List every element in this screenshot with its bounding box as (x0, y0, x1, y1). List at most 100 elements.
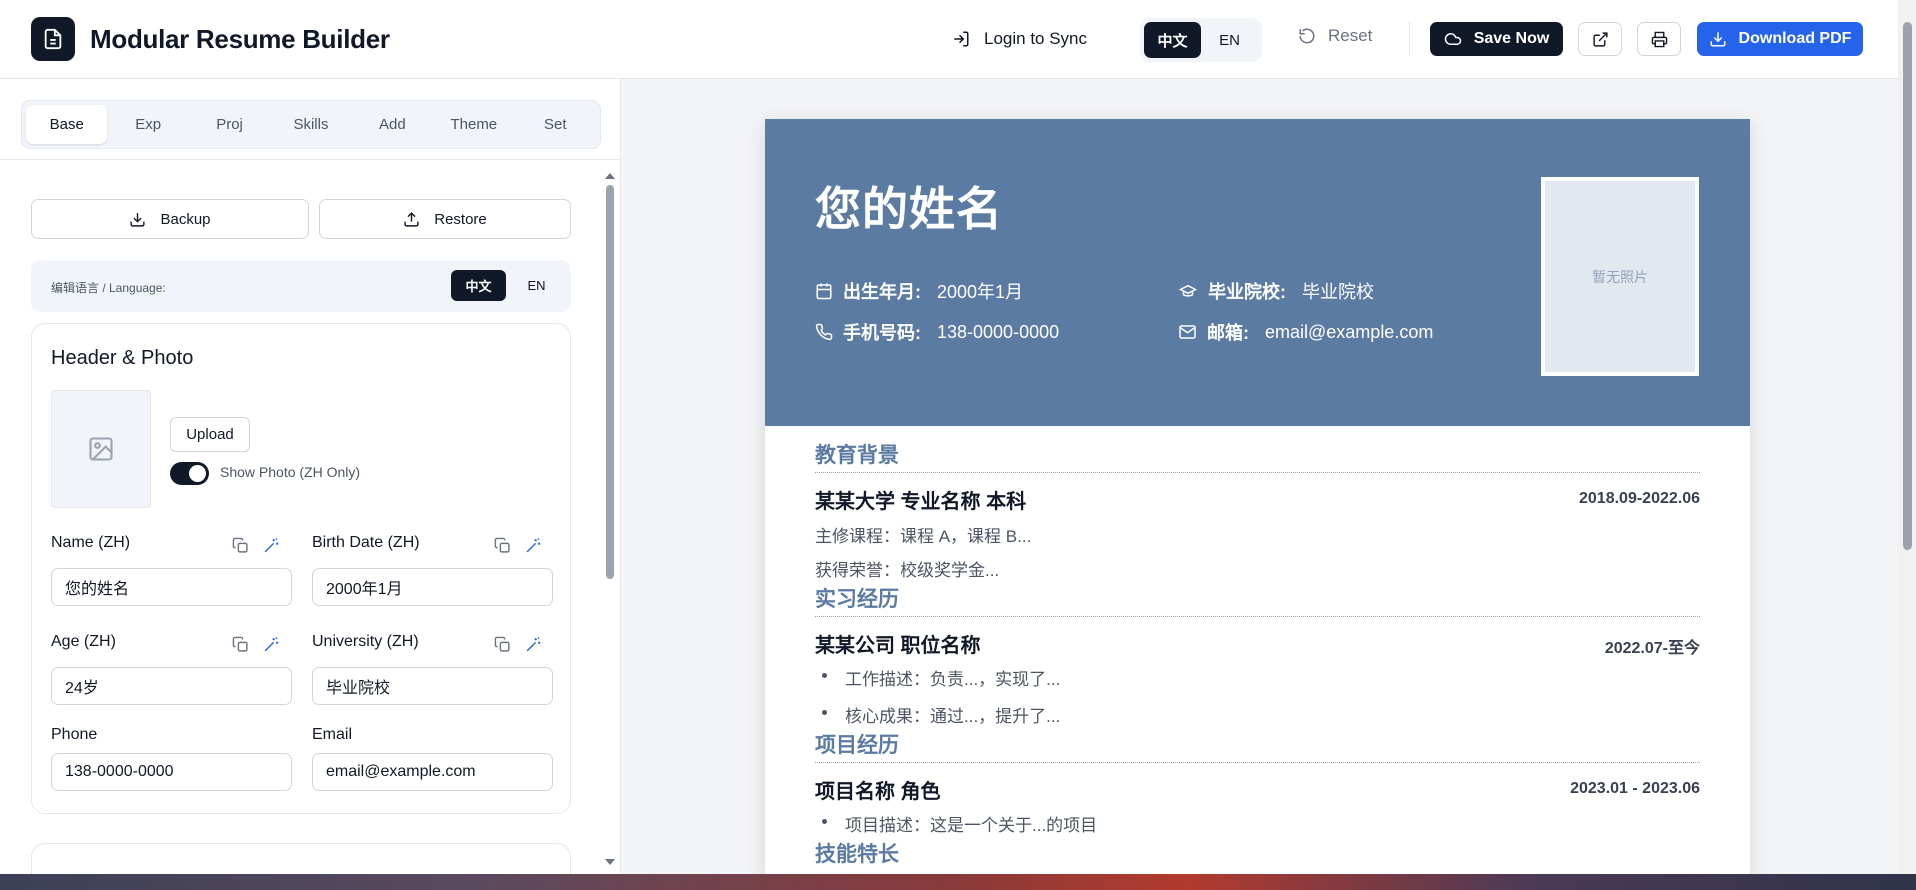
email-input[interactable]: email@example.com (312, 753, 553, 791)
name-input[interactable]: 您的姓名 (51, 568, 292, 606)
phone-info: 手机号码: 138-0000-0000 (815, 319, 1059, 345)
magic-wand-icon[interactable] (522, 633, 544, 655)
education-entry-title: 某某大学 专业名称 本科 (815, 491, 1027, 513)
birth-date-label: Birth Date (ZH) (312, 534, 420, 551)
resume-name: 您的姓名 (815, 183, 1003, 235)
editor-tabs: Base Exp Proj Skills Add Theme Set (21, 100, 601, 149)
email-key: 邮箱: (1207, 323, 1249, 343)
download-icon (1710, 32, 1726, 47)
download-pdf-button[interactable]: Download PDF (1697, 22, 1863, 56)
show-photo-label: Show Photo (ZH Only) (220, 464, 361, 480)
tab-base[interactable]: Base (26, 105, 108, 144)
tab-theme[interactable]: Theme (433, 105, 514, 144)
reset-icon (1299, 28, 1315, 44)
project-entry-title: 项目名称 角色 (815, 781, 941, 803)
save-now-button[interactable]: Save Now (1430, 22, 1563, 56)
email-label: Email (312, 726, 353, 743)
section-divider (815, 616, 1700, 617)
login-label: Login to Sync (984, 29, 1088, 48)
magic-wand-icon[interactable] (260, 534, 282, 556)
copy-icon[interactable] (229, 633, 251, 655)
lang-option-en[interactable]: EN (1201, 22, 1258, 58)
edit-language-label: 编辑语言 / Language: (51, 281, 166, 295)
photo-upload-area[interactable] (51, 390, 151, 508)
birth-key: 出生年月: (843, 282, 921, 302)
resume-header: 您的姓名 出生年月: 2000年1月 毕业院校: 毕业院校 手机号码: 138-… (765, 119, 1750, 426)
app-header: Modular Resume Builder Login to Sync 中文 … (0, 0, 1898, 79)
education-section-title: 教育背景 (815, 444, 899, 467)
next-section-card (31, 843, 571, 874)
internship-entry-date: 2022.07-至今 (1604, 640, 1700, 657)
university-label: University (ZH) (312, 633, 419, 650)
tab-exp[interactable]: Exp (107, 105, 188, 144)
login-to-sync-button[interactable]: Login to Sync (952, 26, 1087, 52)
internship-section-title: 实习经历 (815, 588, 899, 611)
tab-divider (0, 159, 620, 160)
school-info: 毕业院校: 毕业院校 (1178, 278, 1374, 304)
copy-icon[interactable] (491, 633, 513, 655)
school-value: 毕业院校 (1302, 282, 1374, 302)
tab-add[interactable]: Add (352, 105, 433, 144)
reset-button[interactable]: Reset (1298, 26, 1372, 46)
phone-input[interactable]: 138-0000-0000 (51, 753, 292, 791)
phone-key: 手机号码: (843, 323, 921, 343)
card-title: Header & Photo (51, 347, 194, 369)
projects-section-title: 项目经历 (815, 734, 899, 757)
copy-icon[interactable] (491, 534, 513, 556)
upload-photo-button[interactable]: Upload (170, 417, 250, 452)
header-divider (1409, 22, 1410, 56)
editor-panel: Base Exp Proj Skills Add Theme Set Backu… (0, 79, 621, 874)
print-button[interactable] (1637, 22, 1681, 56)
header-photo-card: Header & Photo Upload Show Photo (ZH Onl… (31, 323, 571, 814)
internship-entry-title: 某某公司 职位名称 (815, 635, 981, 657)
scroll-up-arrow[interactable] (605, 173, 615, 179)
copy-icon[interactable] (229, 534, 251, 556)
scroll-thumb[interactable] (606, 185, 614, 579)
birth-date-input[interactable]: 2000年1月 (312, 568, 553, 606)
edit-lang-option-zh[interactable]: 中文 (451, 270, 506, 301)
tab-proj[interactable]: Proj (189, 105, 270, 144)
reset-label: Reset (1328, 26, 1373, 45)
age-input[interactable]: 24岁 (51, 667, 292, 705)
phone-label: Phone (51, 726, 98, 743)
magic-wand-icon[interactable] (522, 534, 544, 556)
save-label: Save Now (1473, 30, 1550, 47)
editor-scrollbar[interactable] (603, 171, 617, 867)
resume-preview-area: 您的姓名 出生年月: 2000年1月 毕业院校: 毕业院校 手机号码: 138-… (621, 79, 1898, 874)
backup-button[interactable]: Backup (31, 199, 309, 239)
document-icon (44, 28, 62, 50)
external-link-icon (1592, 31, 1608, 47)
school-key: 毕业院校: (1208, 282, 1286, 302)
email-info: 邮箱: email@example.com (1178, 319, 1433, 345)
restore-button[interactable]: Restore (319, 199, 571, 239)
graduation-cap-icon (1178, 284, 1198, 297)
page-scroll-thumb[interactable] (1903, 22, 1912, 550)
scroll-down-arrow[interactable] (605, 859, 615, 865)
education-honors: 获得荣誉：校级奖学金... (815, 561, 1000, 580)
internship-bullet: 工作描述：负责...，实现了... (821, 665, 1060, 690)
open-external-button[interactable] (1578, 22, 1622, 56)
section-divider (815, 762, 1700, 763)
restore-label: Restore (434, 210, 487, 228)
show-photo-toggle[interactable] (170, 462, 209, 485)
magic-wand-icon[interactable] (260, 633, 282, 655)
backup-label: Backup (160, 210, 211, 228)
name-label: Name (ZH) (51, 534, 131, 551)
birth-info: 出生年月: 2000年1月 (815, 278, 1023, 304)
project-entry-date: 2023.01 - 2023.06 (1570, 780, 1700, 797)
edit-language-bar: 编辑语言 / Language: 中文 EN (31, 260, 571, 312)
edit-lang-option-en[interactable]: EN (509, 270, 564, 301)
tab-skills[interactable]: Skills (270, 105, 351, 144)
resume-photo-placeholder: 暂无照片 (1541, 177, 1699, 376)
section-divider (815, 472, 1700, 473)
skills-section-title: 技能特长 (815, 843, 899, 866)
login-icon (954, 31, 969, 47)
language-switch: 中文 EN (1140, 18, 1262, 62)
calendar-icon (816, 283, 832, 300)
lang-option-zh[interactable]: 中文 (1144, 22, 1201, 58)
university-input[interactable]: 毕业院校 (312, 667, 553, 705)
tab-set[interactable]: Set (515, 105, 596, 144)
birth-value: 2000年1月 (937, 282, 1024, 302)
desktop-background-strip (0, 874, 1916, 890)
page-scrollbar[interactable] (1898, 0, 1916, 874)
